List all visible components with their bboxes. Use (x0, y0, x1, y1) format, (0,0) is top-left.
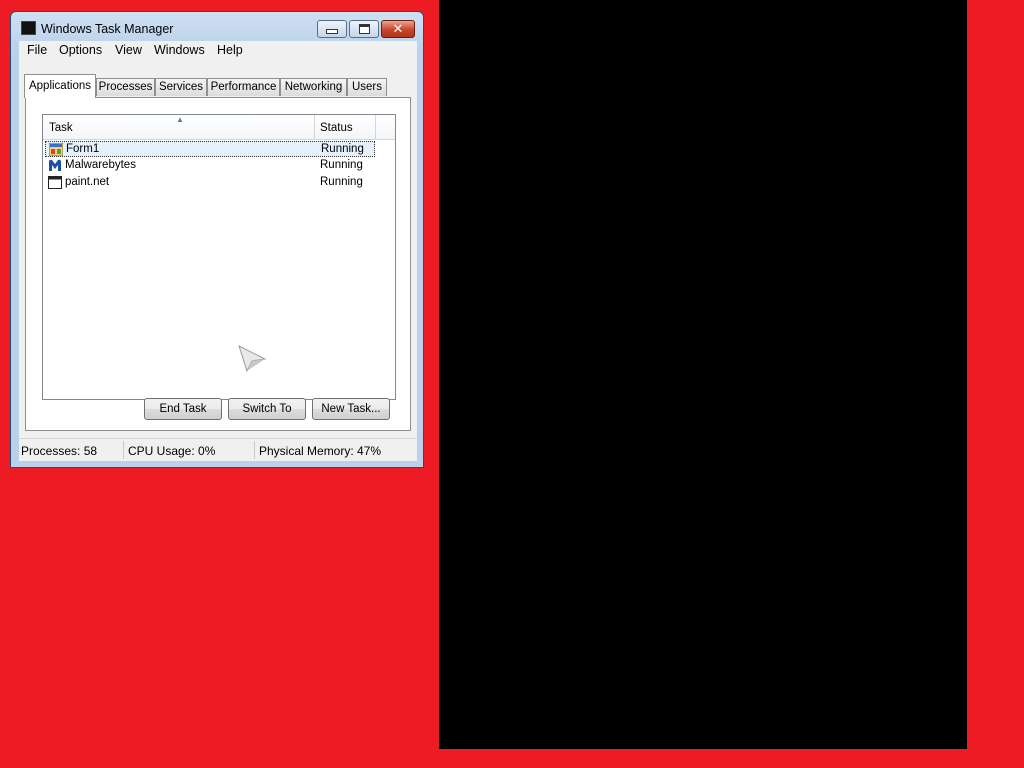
new-task-button[interactable]: New Task... (312, 398, 390, 420)
form-app-icon (49, 143, 63, 156)
tab-performance[interactable]: Performance (207, 78, 280, 96)
menu-view[interactable]: View (115, 43, 142, 57)
menu-help[interactable]: Help (217, 43, 243, 57)
switch-to-button[interactable]: Switch To (228, 398, 306, 420)
client-area: Applications Processes Services Performa… (19, 60, 417, 438)
close-button[interactable]: ✕ (381, 20, 415, 38)
maximize-button[interactable] (349, 20, 379, 38)
column-header-task[interactable]: Task (49, 122, 73, 134)
title-bar[interactable]: Windows Task Manager ✕ (11, 12, 423, 42)
close-icon: ✕ (392, 21, 404, 37)
window-title: Windows Task Manager (41, 22, 174, 36)
table-row[interactable]: Form1 Running (45, 141, 375, 157)
malwarebytes-icon (49, 159, 61, 171)
tab-users[interactable]: Users (347, 78, 387, 96)
minimize-icon (326, 29, 338, 34)
column-separator[interactable] (375, 115, 376, 139)
task-manager-app-icon (21, 21, 36, 35)
list-header: ▲ Task Status (43, 115, 395, 140)
task-name: Malwarebytes (65, 159, 136, 171)
task-name: paint.net (65, 176, 110, 188)
status-divider (123, 441, 124, 459)
maximize-icon (358, 24, 370, 34)
black-panel (439, 0, 967, 749)
tab-networking[interactable]: Networking (280, 78, 347, 96)
task-list[interactable]: ▲ Task Status Form1 Running Malwarebytes… (42, 114, 396, 400)
generic-window-icon (48, 176, 62, 189)
task-name: Form1 (66, 143, 100, 155)
tab-processes[interactable]: Processes (96, 78, 155, 96)
status-bar: Processes: 58 CPU Usage: 0% Physical Mem… (19, 438, 417, 461)
sort-ascending-icon: ▲ (176, 115, 184, 124)
status-divider (254, 441, 255, 459)
menu-bar: File Options View Windows Help (19, 41, 417, 60)
task-status: Running (321, 143, 364, 155)
table-row[interactable]: Malwarebytes Running (45, 158, 375, 174)
column-header-status[interactable]: Status (320, 122, 353, 134)
menu-windows[interactable]: Windows (154, 43, 205, 57)
processes-count: Processes: 58 (21, 444, 98, 458)
menu-options[interactable]: Options (59, 43, 102, 57)
physical-memory: Physical Memory: 47% (259, 444, 382, 458)
column-separator[interactable] (314, 115, 315, 139)
tab-services[interactable]: Services (155, 78, 207, 96)
menu-file[interactable]: File (27, 43, 47, 57)
task-status: Running (320, 176, 363, 188)
applications-tab-page: ▲ Task Status Form1 Running Malwarebytes… (25, 97, 411, 431)
task-status: Running (320, 159, 363, 171)
task-manager-window: Windows Task Manager ✕ File Options View… (10, 11, 424, 468)
table-row[interactable]: paint.net Running (45, 175, 375, 191)
tab-applications[interactable]: Applications (24, 74, 96, 98)
end-task-button[interactable]: End Task (144, 398, 222, 420)
cpu-usage: CPU Usage: 0% (128, 444, 216, 458)
minimize-button[interactable] (317, 20, 347, 38)
mouse-cursor-icon (238, 345, 267, 373)
